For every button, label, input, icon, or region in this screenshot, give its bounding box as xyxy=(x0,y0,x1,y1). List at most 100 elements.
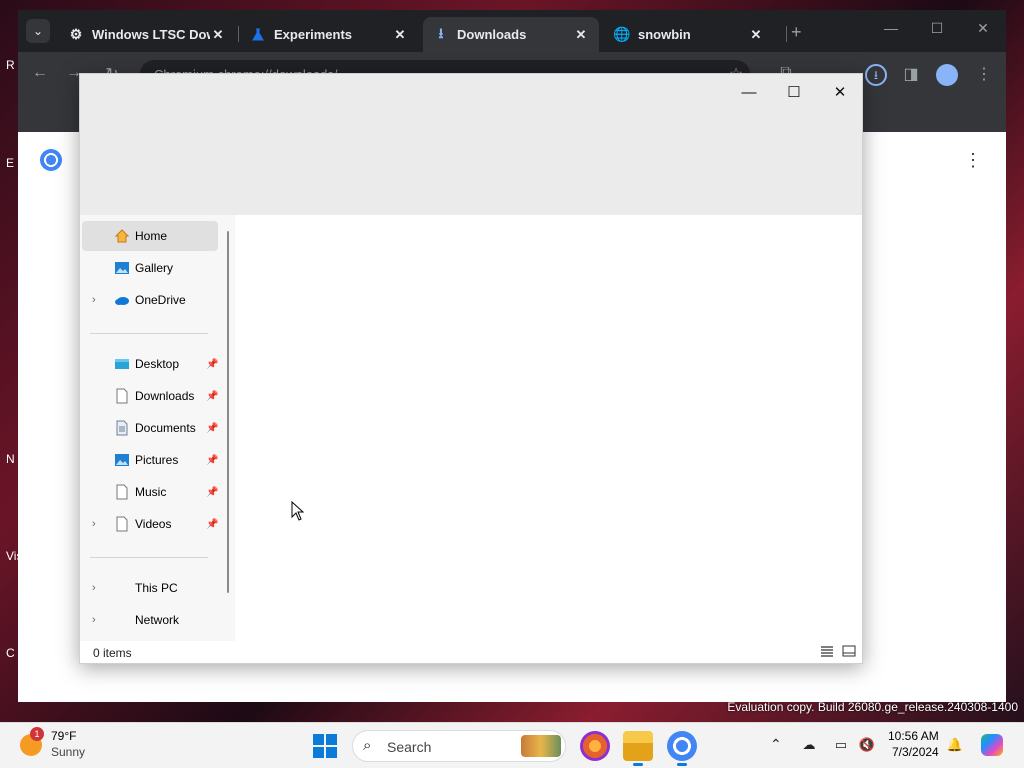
flask-icon xyxy=(250,27,266,43)
page-more-icon[interactable]: ⋮ xyxy=(964,150,982,171)
taskbar-search[interactable]: ⌕ Search xyxy=(352,730,566,762)
clock-time[interactable]: 10:56 AM xyxy=(888,729,939,743)
details-view-icon[interactable] xyxy=(820,645,834,657)
nav-item-gallery[interactable]: Gallery xyxy=(82,253,218,283)
nav-label: Documents xyxy=(135,421,196,435)
download-indicator-icon[interactable]: ⭳ xyxy=(865,64,887,86)
tab-close-icon[interactable]: ✕ xyxy=(573,27,589,43)
explorer-title-area: — ☐ ✕ xyxy=(80,74,862,215)
tab-close-icon[interactable]: ✕ xyxy=(392,27,408,43)
chevron-right-icon[interactable]: › xyxy=(92,614,96,626)
nav-label: Network xyxy=(135,613,180,627)
documents-folder-icon xyxy=(116,420,128,436)
file-explorer-taskbar-icon[interactable] xyxy=(623,731,653,766)
tab-downloads[interactable]: ⭳ Downloads ✕ xyxy=(423,17,599,52)
nav-item-pictures[interactable]: Pictures 📌 xyxy=(82,445,218,475)
desktop-icon-label[interactable]: N xyxy=(6,452,15,466)
desktop-folder-icon xyxy=(115,359,129,369)
tab-title: Windows LTSC Dow xyxy=(92,27,210,42)
nav-item-onedrive[interactable]: › OneDrive xyxy=(82,285,218,315)
desktop-icon-label[interactable]: R xyxy=(6,58,15,72)
profile-avatar[interactable] xyxy=(936,64,958,86)
item-count: 0 items xyxy=(93,646,132,660)
tab-close-icon[interactable]: ✕ xyxy=(748,27,764,43)
cloud-offline-icon[interactable]: ☁ xyxy=(800,737,818,753)
firefox-icon[interactable] xyxy=(580,731,610,761)
chevron-right-icon[interactable]: › xyxy=(92,294,96,306)
volume-icon[interactable]: 🔇 xyxy=(858,737,876,753)
browser-close-button[interactable]: ✕ xyxy=(973,20,993,37)
clock-date[interactable]: 7/3/2024 xyxy=(892,745,939,759)
explorer-close-button[interactable]: ✕ xyxy=(818,80,862,106)
home-icon xyxy=(114,229,130,243)
nav-item-videos[interactable]: › Videos 📌 xyxy=(82,509,218,539)
notification-badge: 1 xyxy=(30,727,44,741)
bell-icon[interactable]: 🔔 xyxy=(946,737,964,753)
content-pane[interactable] xyxy=(235,215,862,641)
desktop-icon-label[interactable]: C xyxy=(6,646,15,660)
gallery-icon xyxy=(115,262,129,274)
pictures-folder-icon xyxy=(115,454,129,466)
nav-label: Downloads xyxy=(135,389,195,403)
display-icon[interactable]: ▭ xyxy=(832,737,850,753)
tiles-view-icon[interactable] xyxy=(842,645,856,657)
nav-divider xyxy=(90,333,208,334)
tab-windows-ltsc[interactable]: ⚙ Windows LTSC Dow ✕ xyxy=(58,17,236,52)
gear-icon: ⚙ xyxy=(69,26,83,42)
nav-label: Videos xyxy=(135,517,172,531)
chromium-taskbar-icon[interactable] xyxy=(667,731,697,766)
nav-item-this-pc[interactable]: › This PC xyxy=(82,573,218,603)
browser-maximize-button[interactable]: ☐ xyxy=(927,20,947,37)
explorer-minimize-button[interactable]: — xyxy=(727,80,771,106)
nav-label: This PC xyxy=(135,581,178,595)
pin-icon[interactable]: 📌 xyxy=(206,423,218,434)
weather-temperature: 79°F xyxy=(51,729,77,743)
nav-item-desktop[interactable]: Desktop 📌 xyxy=(82,349,218,379)
nav-scrollbar[interactable] xyxy=(227,231,229,593)
pin-icon[interactable]: 📌 xyxy=(206,519,218,530)
tab-search-button[interactable]: ⌄ xyxy=(26,19,50,43)
pin-icon[interactable]: 📌 xyxy=(206,455,218,466)
tab-snowbin[interactable]: 🌐 snowbin ✕ xyxy=(604,17,774,52)
taskbar: 1 79°F Sunny ⌕ Search ⌃ ☁ ▭ 🔇 10:56 AM 7… xyxy=(0,722,1024,768)
windows-logo-icon xyxy=(326,747,337,758)
nav-item-network[interactable]: › Network xyxy=(82,605,218,635)
copilot-icon[interactable] xyxy=(981,734,1003,756)
evaluation-watermark: Evaluation copy. Build 26080.ge_release.… xyxy=(727,700,1018,714)
search-label: Search xyxy=(387,739,432,755)
status-bar: 0 items xyxy=(80,641,862,663)
globe-icon: 🌐 xyxy=(613,26,631,42)
tab-experiments[interactable]: Experiments ✕ xyxy=(240,17,418,52)
tab-title: Downloads xyxy=(457,27,527,42)
side-panel-icon[interactable]: ◨ xyxy=(899,64,923,84)
explorer-maximize-button[interactable]: ☐ xyxy=(772,80,816,106)
desktop-icon-label[interactable]: E xyxy=(6,156,14,170)
nav-item-home[interactable]: Home xyxy=(82,221,218,251)
windows-logo-icon xyxy=(313,747,324,758)
tab-strip: ⌄ ⚙ Windows LTSC Dow ✕ Experiments ✕ ⭳ D… xyxy=(18,10,1006,52)
chromium-logo-icon xyxy=(40,149,62,171)
search-highlight-image xyxy=(521,735,561,757)
music-folder-icon xyxy=(116,484,128,500)
pin-icon[interactable]: 📌 xyxy=(206,391,218,402)
weather-condition: Sunny xyxy=(51,745,86,759)
start-button[interactable] xyxy=(313,734,337,758)
file-explorer-window: — ☐ ✕ Home Gallery › OneDrive Desktop 📌 … xyxy=(79,73,863,664)
nav-item-downloads[interactable]: Downloads 📌 xyxy=(82,381,218,411)
browser-menu-icon[interactable]: ⋮ xyxy=(972,64,996,84)
nav-item-documents[interactable]: Documents 📌 xyxy=(82,413,218,443)
nav-item-music[interactable]: Music 📌 xyxy=(82,477,218,507)
new-tab-button[interactable]: + xyxy=(791,22,802,43)
tab-title: snowbin xyxy=(638,27,691,42)
browser-minimize-button[interactable]: — xyxy=(881,20,901,36)
windows-logo-icon xyxy=(326,734,337,745)
tab-close-icon[interactable]: ✕ xyxy=(210,27,226,43)
chevron-right-icon[interactable]: › xyxy=(92,582,96,594)
tab-separator xyxy=(238,26,239,42)
pin-icon[interactable]: 📌 xyxy=(206,487,218,498)
back-button[interactable]: ← xyxy=(28,64,52,82)
downloads-folder-icon xyxy=(116,388,128,404)
chevron-right-icon[interactable]: › xyxy=(92,518,96,530)
chevron-up-icon[interactable]: ⌃ xyxy=(770,736,782,753)
pin-icon[interactable]: 📌 xyxy=(206,359,218,370)
